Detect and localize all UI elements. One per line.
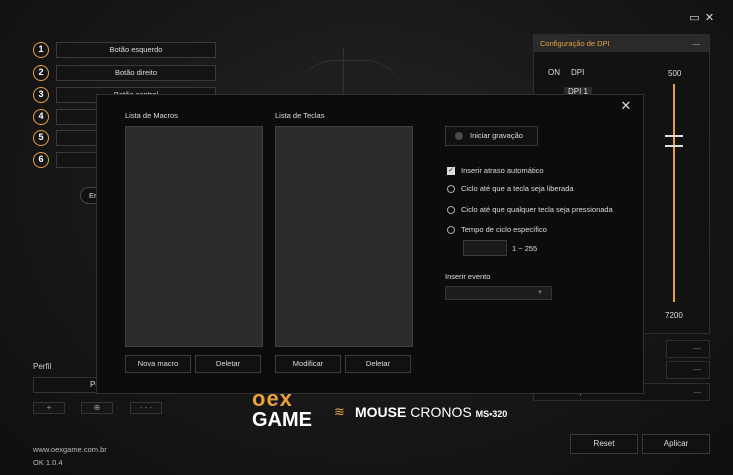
gear-icon: ⊕ — [93, 403, 101, 412]
cycle-release-label: Ciclo até que a tecla seja liberada — [461, 184, 574, 193]
app-window: ▭ ✕ 1 Botão esquerdo 2 Botão direito 3 B… — [0, 0, 733, 475]
add-profile-button[interactable]: + — [33, 402, 65, 414]
auto-delay-label: Inserir atraso automático — [461, 166, 544, 175]
brand-logo-game: GAME — [252, 409, 312, 431]
brand-product-name: MOUSE CRONOS MS•320 — [355, 404, 507, 422]
cycle-time-radio[interactable]: Tempo de ciclo específico — [447, 225, 547, 235]
dpi-slider-track[interactable] — [673, 84, 675, 302]
dpi-title: Configuração de DPI — [540, 39, 610, 48]
insert-event-select[interactable]: ▼ — [445, 286, 552, 300]
cycle-any-key-label: Ciclo até que qualquer tecla seja pressi… — [461, 205, 613, 214]
brand-model: MS•320 — [475, 409, 508, 419]
brand-cronos: CRONOS — [410, 404, 472, 420]
profile-label: Perfil — [33, 362, 52, 371]
button-number: 6 — [33, 152, 49, 168]
key-list-label: Lista de Teclas — [275, 111, 325, 120]
dpi-slider-handle[interactable] — [665, 134, 683, 147]
modify-key-button[interactable]: Modificar — [275, 355, 341, 373]
profile-settings-button[interactable]: ⊕ — [81, 402, 113, 414]
checkbox-checked-icon: ✓ — [447, 167, 455, 175]
cycle-release-radio[interactable]: Ciclo até que a tecla seja liberada — [447, 184, 574, 194]
minimize-icon[interactable]: ▭ — [689, 13, 700, 24]
radio-icon — [447, 206, 455, 214]
start-recording-button[interactable]: Iniciar gravação — [445, 126, 538, 146]
website-link[interactable]: www.oexgame.com.br — [33, 445, 107, 454]
side-panel-row[interactable]: — — [666, 340, 710, 358]
button-number: 2 — [33, 65, 49, 81]
cycle-any-key-radio[interactable]: Ciclo até que qualquer tecla seja pressi… — [447, 205, 613, 215]
cycle-time-input[interactable] — [463, 240, 507, 256]
dpi-min-value: 7200 — [665, 311, 683, 320]
macro-list-label: Lista de Macros — [125, 111, 178, 120]
button-assignment-field[interactable]: Botão esquerdo — [56, 42, 216, 58]
radio-icon — [447, 185, 455, 193]
button-number: 5 — [33, 130, 49, 146]
start-recording-label: Iniciar gravação — [470, 131, 523, 140]
key-list[interactable] — [275, 126, 413, 347]
button-assignment-field[interactable]: Botão direito — [56, 65, 216, 81]
profile-more-button[interactable]: · · · — [130, 402, 162, 414]
insert-event-label: Inserir evento — [445, 272, 491, 281]
delete-key-button[interactable]: Deletar — [345, 355, 411, 373]
wing-icon: ≋ — [334, 404, 345, 419]
close-icon[interactable]: ✕ — [704, 13, 715, 24]
mouse-divider — [343, 48, 344, 93]
button-number: 4 — [33, 109, 49, 125]
new-macro-button[interactable]: Nova macro — [125, 355, 191, 373]
dpi-column-label: DPI — [571, 68, 585, 77]
reset-button[interactable]: Reset — [570, 434, 638, 454]
dpi-max-value: 500 — [668, 69, 682, 78]
collapse-icon[interactable]: — — [693, 35, 701, 52]
chevron-down-icon: ▼ — [537, 290, 543, 296]
close-icon[interactable]: ✕ — [619, 99, 633, 113]
dpi-on-label: ON — [548, 68, 560, 77]
side-panel-row[interactable]: — — [666, 361, 710, 379]
button-number: 1 — [33, 42, 49, 58]
delete-macro-button[interactable]: Deletar — [195, 355, 261, 373]
record-icon — [455, 132, 463, 140]
cycle-time-label: Tempo de ciclo específico — [461, 225, 547, 234]
macro-list[interactable] — [125, 126, 263, 347]
dpi-header[interactable]: Configuração de DPI — — [534, 35, 709, 52]
collapse-icon[interactable]: — — [694, 384, 702, 400]
radio-icon — [447, 226, 455, 234]
button-number: 3 — [33, 87, 49, 103]
apply-button[interactable]: Aplicar — [642, 434, 710, 454]
version-label: OK 1.0.4 — [33, 458, 63, 467]
auto-delay-checkbox[interactable]: ✓ Inserir atraso automático — [447, 166, 544, 176]
brand-mouse: MOUSE — [355, 404, 407, 420]
macro-dialog: ✕ Lista de Macros Lista de Teclas Nova m… — [96, 94, 644, 394]
cycle-range-label: 1 ~ 255 — [512, 244, 538, 253]
